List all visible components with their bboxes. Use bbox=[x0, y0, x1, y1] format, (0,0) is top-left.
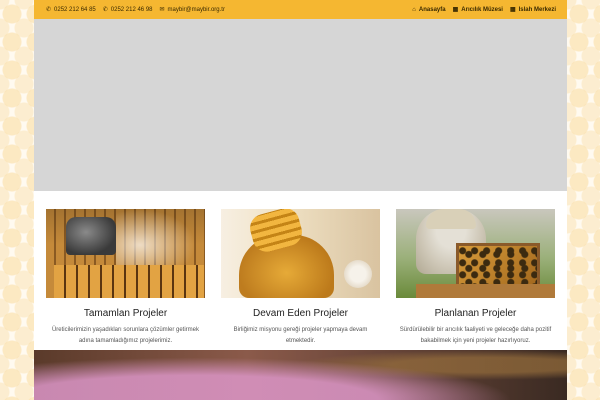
phone-2[interactable]: ✆ 0252 212 46 98 bbox=[103, 7, 153, 13]
top-nav: ⌂ Anasayfa ▦ Arıcılık Müzesi ▦ Islah Mer… bbox=[412, 7, 556, 13]
hero-slider-placeholder bbox=[34, 19, 567, 191]
phone-1-text: 0252 212 64 85 bbox=[54, 6, 96, 13]
building-icon: ▦ bbox=[452, 6, 459, 13]
nav-home-label: Anasayfa bbox=[418, 6, 446, 13]
card-title[interactable]: Devam Eden Projeler bbox=[253, 308, 348, 319]
nav-breeding-center[interactable]: ▦ Islah Merkezi bbox=[510, 7, 556, 13]
project-card-completed[interactable]: Tamamlan Projeler Üreticilerimizin yaşad… bbox=[46, 192, 205, 350]
email-text: maybir@maybir.org.tr bbox=[167, 6, 225, 13]
card-title[interactable]: Tamamlan Projeler bbox=[84, 308, 167, 319]
nav-home[interactable]: ⌂ Anasayfa bbox=[412, 7, 445, 13]
flower-banner-image bbox=[34, 350, 567, 400]
phone-icon: ✆ bbox=[102, 6, 108, 13]
project-card-ongoing[interactable]: Devam Eden Projeler Birliğimiz misyonu g… bbox=[221, 192, 380, 350]
nav-breeding-center-label: Islah Merkezi bbox=[518, 6, 556, 13]
nav-museum[interactable]: ▦ Arıcılık Müzesi bbox=[453, 7, 503, 13]
honeycomb-background-right bbox=[567, 0, 600, 400]
phone-1[interactable]: ✆ 0252 212 64 85 bbox=[46, 7, 96, 13]
beekeeper-honeycomb-image bbox=[396, 209, 555, 298]
contact-info: ✆ 0252 212 64 85 ✆ 0252 212 46 98 ✉ mayb… bbox=[46, 7, 225, 13]
home-icon: ⌂ bbox=[412, 6, 416, 13]
email-link[interactable]: ✉ maybir@maybir.org.tr bbox=[160, 7, 225, 13]
project-card-planned[interactable]: Planlanan Projeler Sürdürülebilir bir ar… bbox=[396, 192, 555, 350]
page-container: ✆ 0252 212 64 85 ✆ 0252 212 46 98 ✉ mayb… bbox=[34, 0, 567, 400]
card-description: Sürdürülebilir bir arıcılık faaliyeti ve… bbox=[399, 327, 552, 344]
card-description: Üreticilerimizin yaşadıkları sorunlara ç… bbox=[51, 327, 200, 344]
beekeeper-smoker-image bbox=[46, 209, 205, 298]
phone-icon: ✆ bbox=[46, 6, 52, 13]
nav-museum-label: Arıcılık Müzesi bbox=[461, 6, 503, 13]
building-icon: ▦ bbox=[509, 6, 516, 13]
phone-2-text: 0252 212 46 98 bbox=[110, 6, 153, 13]
envelope-icon: ✉ bbox=[159, 6, 165, 13]
card-title[interactable]: Planlanan Projeler bbox=[435, 308, 517, 319]
honeycomb-background-left bbox=[0, 0, 34, 400]
honey-jar-image bbox=[221, 209, 380, 298]
top-bar: ✆ 0252 212 64 85 ✆ 0252 212 46 98 ✉ mayb… bbox=[34, 0, 567, 19]
card-description: Birliğimiz misyonu gereği projeler yapma… bbox=[233, 327, 368, 344]
project-cards: Tamamlan Projeler Üreticilerimizin yaşad… bbox=[34, 192, 567, 350]
